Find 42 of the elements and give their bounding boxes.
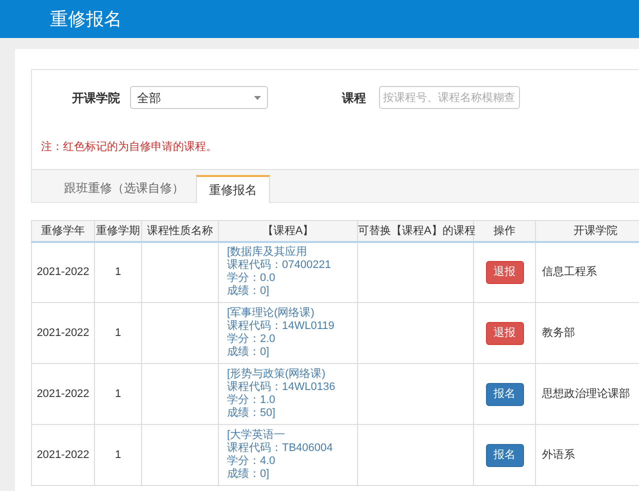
course-info: 课程代码：14WL0136 (227, 381, 336, 394)
course-info: [形势与政策(网络课) (227, 368, 326, 381)
table-cell: 2021-2022 (32, 364, 94, 424)
column-header: 重修学期 (94, 220, 142, 242)
course-info: 成绩：50] (227, 407, 276, 420)
action-button[interactable]: 报名 (486, 382, 524, 406)
table-cell: 1 (94, 424, 142, 486)
table-cell: 1 (94, 302, 142, 364)
caret-icon (254, 96, 261, 100)
course-info: 成绩：0] (227, 468, 270, 481)
course-info: 学分：4.0 (227, 455, 276, 468)
table-cell: 1 (94, 242, 142, 302)
course-info: [数据库及其应用 (227, 246, 308, 259)
column-header: 重修学年 (32, 220, 94, 242)
college-select[interactable]: 全部 (130, 86, 268, 109)
course-info: 学分：1.0 (227, 394, 276, 407)
table-cell: 2021-2022 (32, 302, 94, 364)
course-search-field[interactable]: 按课程号、课程名称模糊查 (379, 86, 520, 109)
filter-label: 课程 (342, 90, 366, 106)
course-info: 课程代码：TB406004 (227, 442, 333, 455)
course-info: 学分：2.0 (227, 333, 276, 346)
action-button[interactable]: 报名 (486, 444, 524, 466)
note-text: 注：红色标记的为自修申请的课程。 (41, 140, 218, 155)
course-info: 学分：0.0 (227, 272, 276, 285)
table-cell: 2021-2022 (32, 424, 94, 486)
column-header: 课程性质名称 (142, 220, 218, 242)
table-cell: 2021-2022 (32, 242, 94, 302)
action-button[interactable]: 退报 (486, 260, 524, 284)
table-cell: 1 (94, 364, 142, 424)
column-header: 【课程A】 (218, 220, 358, 242)
tab[interactable]: 跟班重修（选课自修） (52, 174, 196, 202)
column-header: 可替换【课程A】的课程 (358, 220, 474, 242)
course-info: 成绩：0] (227, 346, 270, 359)
action-button[interactable]: 退报 (486, 322, 524, 344)
tab[interactable]: 重修报名 (196, 175, 270, 203)
course-info: 成绩：0] (227, 285, 270, 298)
page-title: 重修报名 (50, 8, 122, 30)
course-info: 课程代码：14WL0119 (227, 320, 334, 333)
filter-label: 开课学院 (72, 90, 120, 106)
course-info: [军事理论(网络课) (227, 307, 314, 320)
course-info: 课程代码：07400221 (227, 259, 331, 272)
course-info: [大学英语一 (227, 429, 286, 442)
